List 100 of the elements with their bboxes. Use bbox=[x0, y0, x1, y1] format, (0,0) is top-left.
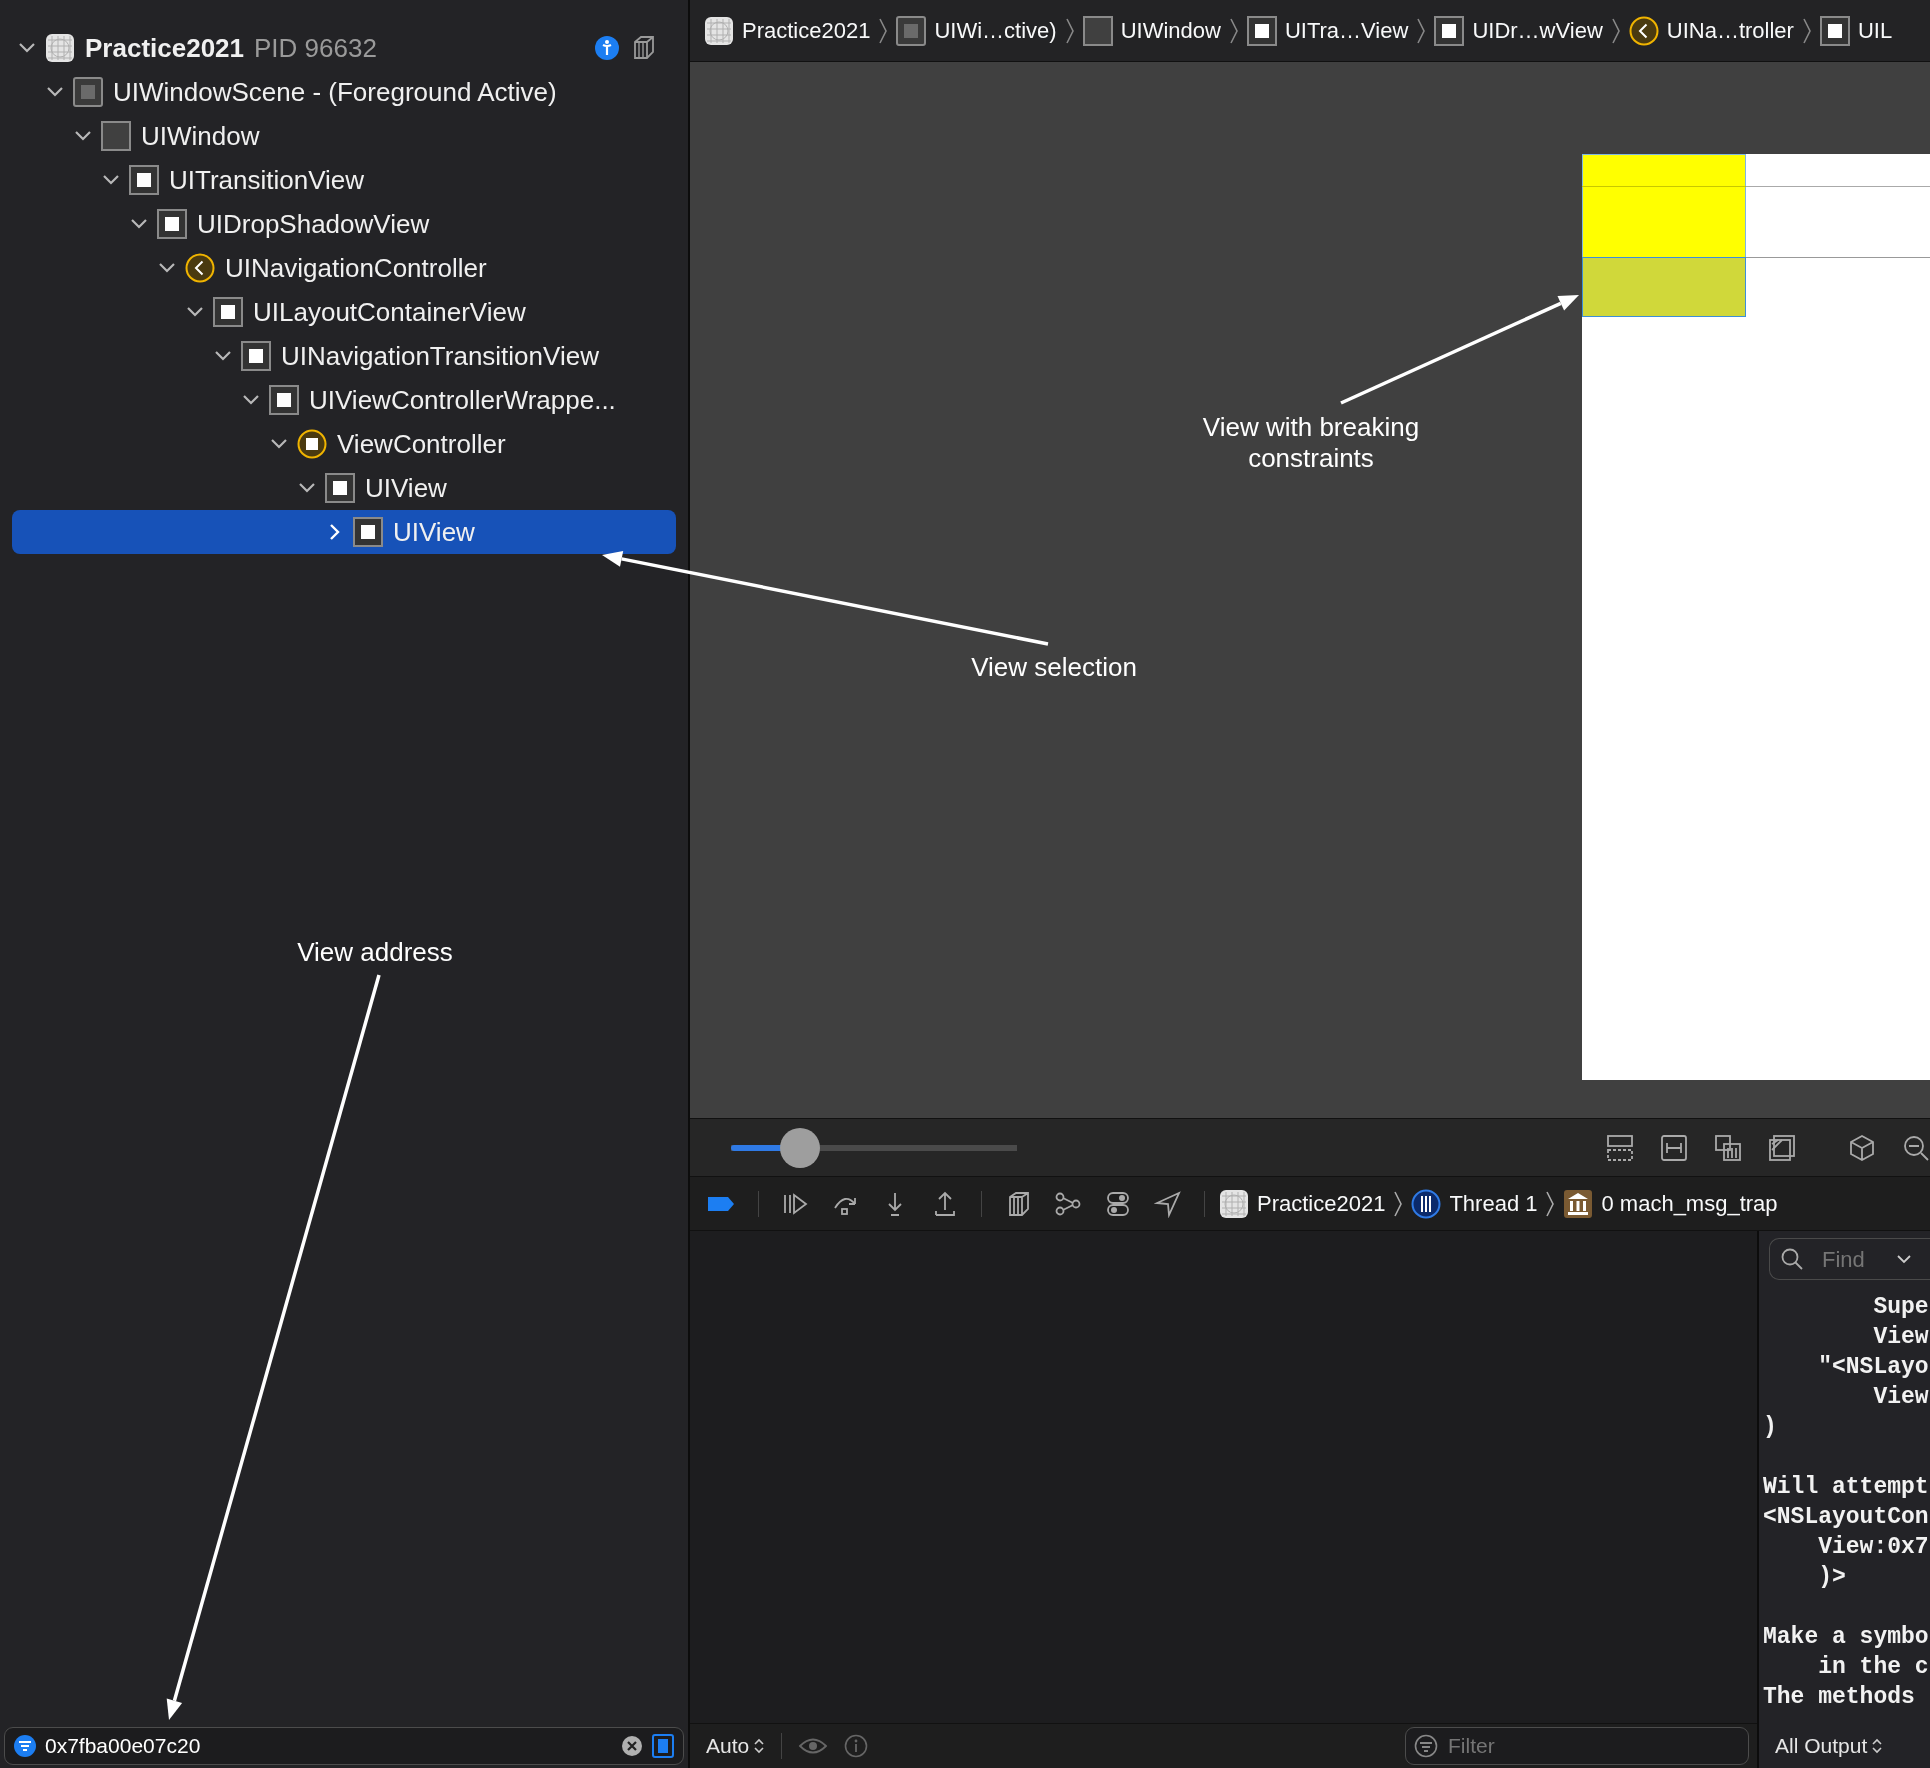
breadcrumb-item[interactable]: UIL bbox=[1857, 14, 1893, 47]
split-rows-icon[interactable] bbox=[1606, 1133, 1634, 1162]
annotation-label: View address bbox=[296, 937, 454, 968]
filter-icon bbox=[13, 1733, 37, 1758]
toggles-icon[interactable] bbox=[1104, 1189, 1132, 1218]
tree-item-label: UINavigationController bbox=[225, 251, 487, 285]
output-filter-popup[interactable]: All Output bbox=[1775, 1729, 1884, 1762]
mode-popup[interactable]: Auto bbox=[706, 1730, 766, 1762]
tree-row[interactable]: UIDropShadowView bbox=[12, 202, 676, 246]
debug-breadcrumb-item[interactable]: Practice2021 bbox=[1257, 1187, 1386, 1220]
tree-row[interactable]: UIView bbox=[12, 510, 676, 554]
tree-item-label: UITransitionView bbox=[169, 163, 365, 197]
console-line: <NSLayoutCon bbox=[1763, 1503, 1930, 1532]
tree-row[interactable]: UIView bbox=[12, 466, 676, 510]
stacked-grid-icon[interactable] bbox=[1714, 1133, 1742, 1162]
window-icon bbox=[1082, 15, 1113, 46]
console-line: in the c bbox=[1817, 1653, 1930, 1682]
tree-row[interactable]: UITransitionView bbox=[12, 158, 676, 202]
debug-breadcrumb-item[interactable]: 0 mach_msg_trap bbox=[1601, 1187, 1778, 1220]
filter-field[interactable]: Filter bbox=[1405, 1727, 1749, 1765]
breadcrumb-item[interactable]: UIWi…ctive) bbox=[934, 14, 1057, 47]
address-text: 0x7fba00e07c20 bbox=[45, 1732, 202, 1759]
view-icon bbox=[325, 473, 355, 503]
view-icon bbox=[241, 341, 271, 371]
tree-row[interactable]: UINavigationController bbox=[12, 246, 676, 290]
tree-item-label: UIWindowScene - (Foreground Active) bbox=[113, 75, 557, 109]
tree-row[interactable]: Practice2021 PID 96632 bbox=[12, 26, 676, 70]
tree-item-label: ViewController bbox=[337, 427, 506, 461]
fit-width-icon[interactable] bbox=[1660, 1133, 1688, 1162]
zoom-out-icon[interactable] bbox=[1902, 1133, 1930, 1162]
tree-row[interactable]: ViewController bbox=[12, 422, 676, 466]
breadcrumb-item[interactable]: UINa…troller bbox=[1666, 14, 1794, 47]
annotation-label: View with breaking constraints bbox=[1201, 412, 1421, 474]
view-icon bbox=[1819, 15, 1850, 46]
view-icon bbox=[213, 297, 243, 327]
toggle-square-icon[interactable] bbox=[651, 1733, 675, 1758]
search-icon bbox=[1780, 1247, 1804, 1271]
tree-row[interactable]: UINavigationTransitionView bbox=[12, 334, 676, 378]
updown-chevron-icon bbox=[1871, 1736, 1884, 1755]
console-line: View bbox=[1872, 1383, 1930, 1412]
window-icon bbox=[101, 121, 131, 151]
view-icon bbox=[269, 385, 299, 415]
app-grid-icon bbox=[45, 33, 75, 63]
chevron-separator-icon bbox=[1801, 16, 1812, 45]
tree-item-label: UIWindow bbox=[141, 119, 260, 153]
view-icon bbox=[353, 517, 383, 547]
console-line: ) bbox=[1763, 1413, 1778, 1442]
info-icon[interactable] bbox=[844, 1734, 869, 1758]
slider-thumb[interactable] bbox=[779, 1127, 820, 1168]
tree-item-label: UIView bbox=[365, 471, 447, 505]
updown-chevron-icon bbox=[753, 1737, 766, 1755]
location-arrow-icon[interactable] bbox=[1154, 1189, 1182, 1218]
console-line: Will attempt bbox=[1763, 1473, 1930, 1502]
find-field[interactable]: Find bbox=[1769, 1238, 1930, 1280]
app-grid-icon bbox=[704, 15, 734, 46]
console-line: Supe bbox=[1872, 1293, 1930, 1322]
filter-icon bbox=[1414, 1734, 1438, 1758]
view-icon bbox=[157, 209, 187, 239]
breadcrumb-item[interactable]: UIWindow bbox=[1120, 14, 1221, 47]
back-chevron-icon bbox=[1628, 15, 1659, 46]
console-line: View bbox=[1872, 1323, 1930, 1352]
chevron-separator-icon bbox=[1416, 16, 1427, 45]
window-scene-icon bbox=[896, 15, 927, 46]
view-controller-icon bbox=[297, 429, 327, 459]
tree-row[interactable]: UILayoutContainerView bbox=[12, 290, 676, 334]
tree-item-label: Practice2021 bbox=[85, 31, 245, 65]
tree-row[interactable]: UIWindowScene - (Foreground Active) bbox=[12, 70, 676, 114]
console-line: Make a symbo bbox=[1763, 1623, 1930, 1652]
view-icon bbox=[1434, 15, 1465, 46]
process-id: PID 96632 bbox=[254, 31, 377, 65]
address-filter-field[interactable]: 0x7fba00e07c20 bbox=[4, 1726, 684, 1765]
columns-building-icon bbox=[1563, 1188, 1594, 1219]
chevron-separator-icon bbox=[1545, 1189, 1556, 1218]
chevron-separator-icon bbox=[1393, 1189, 1404, 1218]
breadcrumb-item[interactable]: UIDr…wView bbox=[1472, 14, 1603, 47]
view-icon bbox=[1246, 15, 1277, 46]
find-input[interactable]: Find bbox=[1820, 1241, 1880, 1277]
breadcrumb-item[interactable]: Practice2021 bbox=[742, 14, 871, 47]
debug-breadcrumb-item[interactable]: Thread 1 bbox=[1449, 1187, 1538, 1220]
annotation-label: View selection bbox=[970, 652, 1138, 683]
clear-icon[interactable] bbox=[621, 1734, 643, 1757]
cube-icon[interactable] bbox=[1848, 1133, 1876, 1162]
chevron-separator-icon bbox=[878, 16, 889, 45]
tree-row[interactable]: UIWindow bbox=[12, 114, 676, 158]
app-grid-icon bbox=[1219, 1188, 1249, 1219]
console-line: )> bbox=[1817, 1563, 1847, 1592]
console-line: View:0x7 bbox=[1817, 1533, 1930, 1562]
breadcrumb-item[interactable]: UITra…View bbox=[1284, 14, 1409, 47]
tree-row[interactable]: UIViewControllerWrappe... bbox=[12, 378, 676, 422]
tree-item-label: UIViewControllerWrappe... bbox=[309, 383, 616, 417]
tree-item-label: UIView bbox=[393, 515, 475, 549]
chevron-separator-icon bbox=[1610, 16, 1621, 45]
layered-frames-icon[interactable] bbox=[1768, 1133, 1796, 1162]
view-icon bbox=[129, 165, 159, 195]
console-line: The methods bbox=[1763, 1683, 1916, 1712]
info-badge-icon[interactable] bbox=[594, 35, 620, 61]
filter-input[interactable]: Filter bbox=[1446, 1729, 1740, 1763]
back-chevron-icon bbox=[185, 253, 215, 283]
chevron-separator-icon bbox=[1228, 16, 1239, 45]
chevron-separator-icon bbox=[1064, 16, 1075, 45]
